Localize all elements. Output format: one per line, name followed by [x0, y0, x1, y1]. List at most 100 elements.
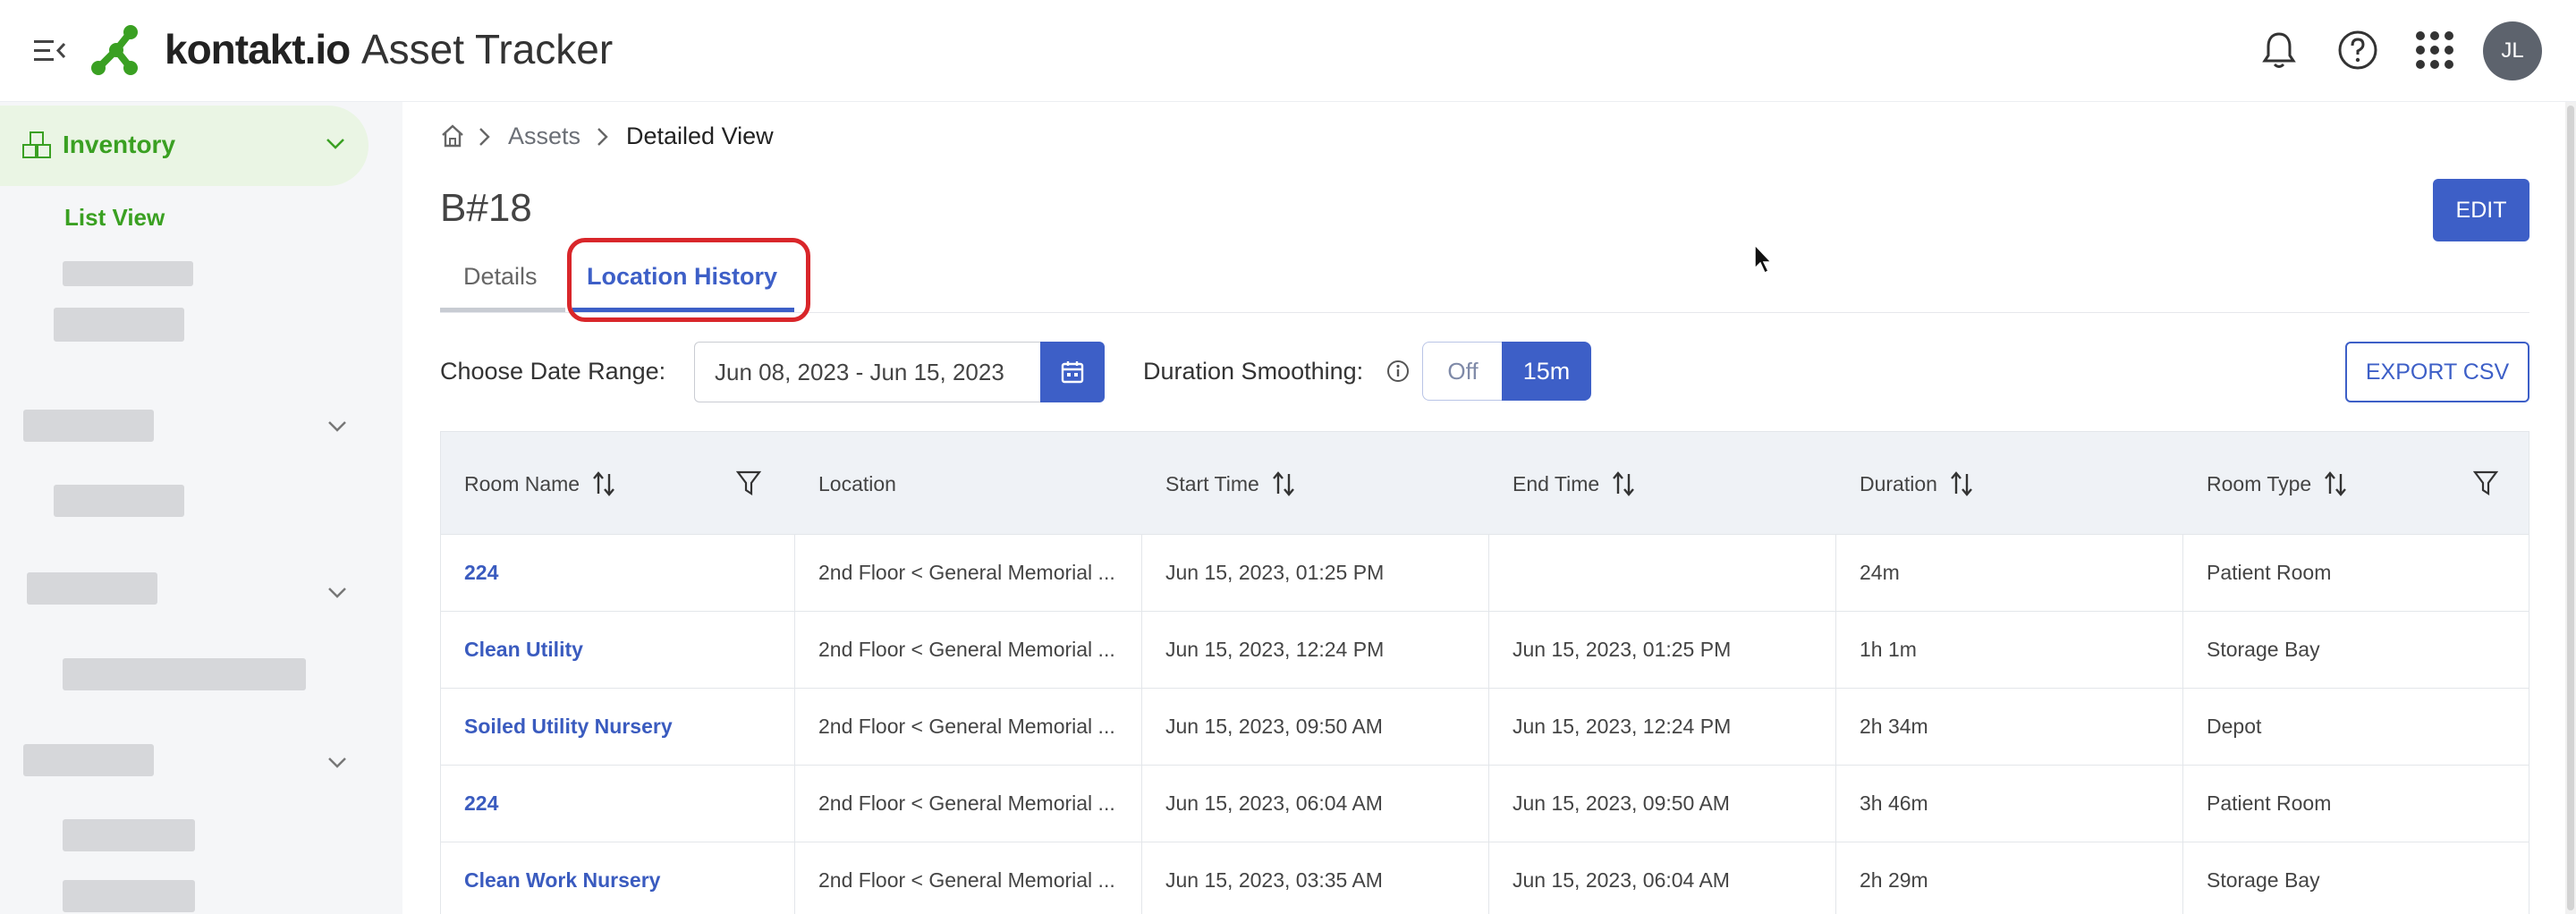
cell-text: 2nd Floor < General Memorial ...	[818, 791, 1115, 815]
sidebar-item-inventory[interactable]: Inventory	[0, 106, 369, 186]
cell-room-type: Patient Room	[2183, 535, 2530, 611]
chevron-down-icon[interactable]	[327, 587, 347, 599]
chevron-down-icon[interactable]	[326, 138, 345, 150]
sort-icon[interactable]	[1950, 470, 1973, 497]
smoothing-off-toggle[interactable]: Off	[1422, 342, 1503, 401]
redacted-block	[63, 819, 195, 851]
cell-text: 2nd Floor < General Memorial ...	[818, 868, 1115, 892]
export-csv-button[interactable]: EXPORT CSV	[2345, 342, 2529, 402]
cell-start-time: Jun 15, 2023, 03:35 AM	[1142, 842, 1489, 914]
info-icon[interactable]	[1386, 360, 1410, 383]
location-history-table: Room Name Location Start Time End Time D…	[440, 431, 2529, 914]
cell-end-time: Jun 15, 2023, 12:24 PM	[1489, 689, 1836, 765]
column-label: Duration	[1860, 471, 1937, 495]
sort-icon[interactable]	[1272, 470, 1295, 497]
cell-text: 3h 46m	[1860, 791, 1928, 815]
column-label: Room Name	[464, 471, 580, 495]
cell-text: Jun 15, 2023, 12:24 PM	[1513, 715, 1732, 738]
cell-room-name[interactable]: Clean Work Nursery	[441, 842, 795, 914]
edit-button[interactable]: EDIT	[2433, 179, 2529, 241]
cell-room-name[interactable]: 224	[441, 535, 795, 611]
sort-icon[interactable]	[1612, 470, 1635, 497]
room-link[interactable]: 224	[464, 791, 498, 816]
sidebar-subitem-list-view[interactable]: List View	[64, 204, 165, 232]
table-row[interactable]: Clean Utility 2nd Floor < General Memori…	[440, 612, 2529, 689]
sort-icon[interactable]	[2324, 470, 2347, 497]
boxes-icon	[22, 131, 51, 158]
filter-icon[interactable]	[736, 470, 761, 496]
cell-duration: 2h 29m	[1836, 842, 2183, 914]
apps-grid-icon[interactable]	[2411, 27, 2458, 73]
redacted-block	[27, 572, 157, 605]
kontakt-logo-icon	[91, 25, 138, 75]
cell-end-time	[1489, 535, 1836, 611]
cell-text: 2nd Floor < General Memorial ...	[818, 638, 1115, 661]
cell-room-name[interactable]: 224	[441, 766, 795, 842]
room-link[interactable]: Clean Work Nursery	[464, 868, 660, 893]
menu-collapse-icon[interactable]	[34, 38, 66, 64]
smoothing-15m-toggle[interactable]: 15m	[1502, 342, 1591, 401]
cell-text: Storage Bay	[2207, 868, 2320, 892]
table-row[interactable]: Soiled Utility Nursery 2nd Floor < Gener…	[440, 689, 2529, 766]
sidebar-item-label: Inventory	[63, 131, 176, 158]
room-link[interactable]: Clean Utility	[464, 638, 583, 662]
user-avatar[interactable]: JL	[2483, 21, 2542, 80]
chevron-down-icon[interactable]	[327, 420, 347, 433]
cell-text: 2nd Floor < General Memorial ...	[818, 561, 1115, 584]
cell-location: 2nd Floor < General Memorial ...	[795, 842, 1142, 914]
logo-text: kontakt.io	[165, 26, 351, 72]
app-title: Asset Tracker	[361, 26, 614, 72]
app-header: kontakt.io Asset Tracker JL	[0, 0, 2576, 102]
bell-icon[interactable]	[2256, 27, 2302, 73]
cell-room-name[interactable]: Clean Utility	[441, 612, 795, 688]
scrollbar-thumb[interactable]	[2567, 106, 2574, 910]
help-icon[interactable]	[2334, 27, 2381, 73]
column-header-end-time[interactable]: End Time	[1489, 432, 1836, 536]
table-row[interactable]: Clean Work Nursery 2nd Floor < General M…	[440, 842, 2529, 914]
date-range-input[interactable]: Jun 08, 2023 - Jun 15, 2023	[694, 342, 1041, 402]
cell-text: 24m	[1860, 561, 1900, 584]
table-row[interactable]: 224 2nd Floor < General Memorial ... Jun…	[440, 535, 2529, 612]
column-label: Location	[818, 471, 896, 495]
cell-start-time: Jun 15, 2023, 12:24 PM	[1142, 612, 1489, 688]
column-header-location: Location	[795, 432, 1142, 536]
tab-details[interactable]: Details	[463, 263, 538, 291]
chevron-right-icon	[597, 128, 608, 146]
cell-end-time: Jun 15, 2023, 09:50 AM	[1489, 766, 1836, 842]
cell-text: Jun 15, 2023, 01:25 PM	[1513, 638, 1732, 661]
cell-text: 2nd Floor < General Memorial ...	[818, 715, 1115, 738]
cell-text: Jun 15, 2023, 03:35 AM	[1165, 868, 1383, 892]
duration-smoothing-label: Duration Smoothing:	[1143, 358, 1364, 385]
cell-start-time: Jun 15, 2023, 09:50 AM	[1142, 689, 1489, 765]
column-header-start-time[interactable]: Start Time	[1142, 432, 1489, 536]
cell-duration: 2h 34m	[1836, 689, 2183, 765]
cell-room-type: Storage Bay	[2183, 612, 2530, 688]
breadcrumb-assets[interactable]: Assets	[508, 123, 580, 150]
mouse-cursor-icon	[1754, 243, 1773, 275]
cell-end-time: Jun 15, 2023, 06:04 AM	[1489, 842, 1836, 914]
date-range-value: Jun 08, 2023 - Jun 15, 2023	[715, 358, 1004, 385]
calendar-icon	[1061, 361, 1084, 384]
table-row[interactable]: 224 2nd Floor < General Memorial ... Jun…	[440, 766, 2529, 842]
room-link[interactable]: 224	[464, 561, 498, 585]
chevron-down-icon[interactable]	[327, 757, 347, 769]
date-range-label: Choose Date Range:	[440, 358, 666, 385]
redacted-block	[23, 410, 154, 442]
cell-text: Jun 15, 2023, 12:24 PM	[1165, 638, 1385, 661]
room-link[interactable]: Soiled Utility Nursery	[464, 715, 673, 739]
cell-duration: 24m	[1836, 535, 2183, 611]
cell-text: Jun 15, 2023, 09:50 AM	[1165, 715, 1383, 738]
home-icon[interactable]	[440, 123, 465, 148]
cell-text: 2h 34m	[1860, 715, 1928, 738]
cell-end-time: Jun 15, 2023, 01:25 PM	[1489, 612, 1836, 688]
filter-icon[interactable]	[2473, 470, 2498, 496]
cell-room-name[interactable]: Soiled Utility Nursery	[441, 689, 795, 765]
cell-text: Patient Room	[2207, 561, 2332, 584]
sort-icon[interactable]	[592, 470, 615, 497]
cell-start-time: Jun 15, 2023, 06:04 AM	[1142, 766, 1489, 842]
redacted-block	[63, 880, 195, 912]
redacted-block	[63, 658, 306, 690]
calendar-button[interactable]	[1040, 342, 1105, 402]
column-header-duration[interactable]: Duration	[1836, 432, 2183, 536]
cell-text: Storage Bay	[2207, 638, 2320, 661]
